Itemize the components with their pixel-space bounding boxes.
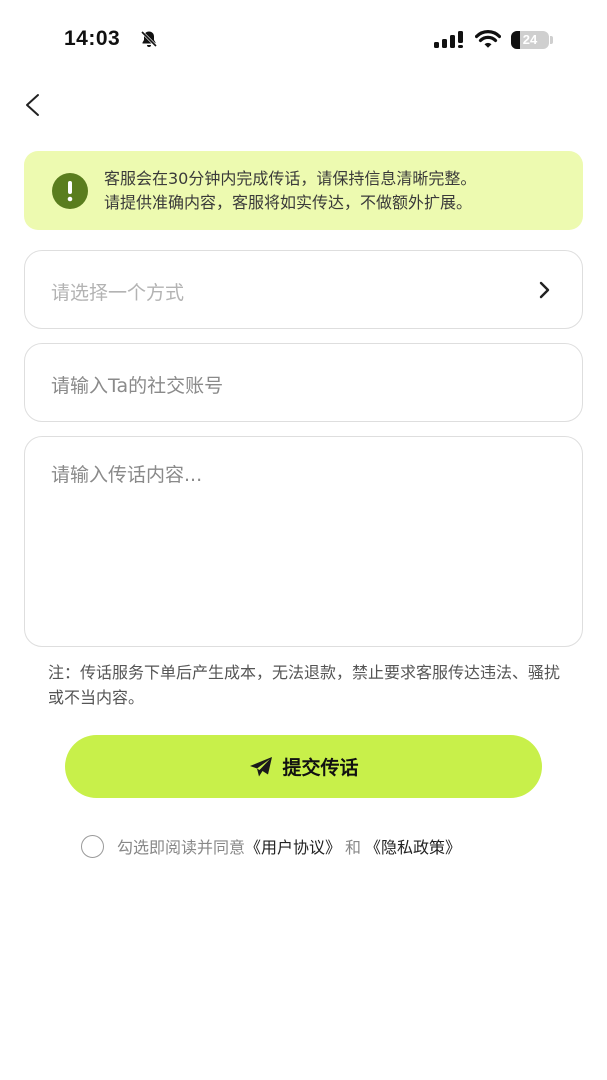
exclamation-circle-icon [52,173,88,209]
battery-indicator: 24 [511,31,549,49]
privacy-policy-link[interactable]: 《隐私政策》 [365,834,461,858]
agreement-and: 和 [345,838,362,857]
status-bar: 14:03 24 [0,0,607,80]
account-input[interactable]: 请输入Ta的社交账号 [24,343,583,422]
wifi-icon [475,30,501,48]
content-textarea[interactable]: 请输入传话内容... [24,436,583,647]
back-button[interactable] [14,86,54,126]
content-textarea-placeholder: 请输入传话内容... [51,464,203,486]
notice-line-2: 请提供准确内容，客服将如实传达，不做额外扩展。 [104,193,473,212]
user-agreement-link[interactable]: 《用户协议》 [245,834,341,858]
status-time: 14:03 [64,27,121,50]
agreement-row: 勾选即阅读并同意 《用户协议》 和 《隐私政策》 [81,833,461,859]
account-input-placeholder: 请输入Ta的社交账号 [51,375,224,397]
method-select-placeholder: 请选择一个方式 [51,282,185,304]
chevron-right-icon [539,281,550,299]
bell-off-icon [140,30,158,48]
service-note: 注：传话服务下单后产生成本，无法退款，禁止要求客服传达违法、骚扰或不当内容。 [48,663,561,707]
agreement-prefix: 勾选即阅读并同意 [117,838,246,857]
agreement-checkbox[interactable] [81,834,104,858]
submit-button[interactable]: 提交传话 [65,735,542,798]
method-select[interactable]: 请选择一个方式 [24,250,583,329]
battery-percent: 24 [522,32,538,47]
notice-text: 客服会在30分钟内完成传话，请保持信息清晰完整。 请提供准确内容，客服将如实传达… [104,167,571,215]
paper-plane-icon [250,756,273,776]
signal-icon [434,31,463,48]
notice-line-1: 客服会在30分钟内完成传话，请保持信息清晰完整。 [104,169,477,188]
battery-cap [550,36,553,44]
notice-banner: 客服会在30分钟内完成传话，请保持信息清晰完整。 请提供准确内容，客服将如实传达… [24,151,583,230]
chevron-left-icon [26,94,39,116]
submit-label: 提交传话 [282,758,359,779]
